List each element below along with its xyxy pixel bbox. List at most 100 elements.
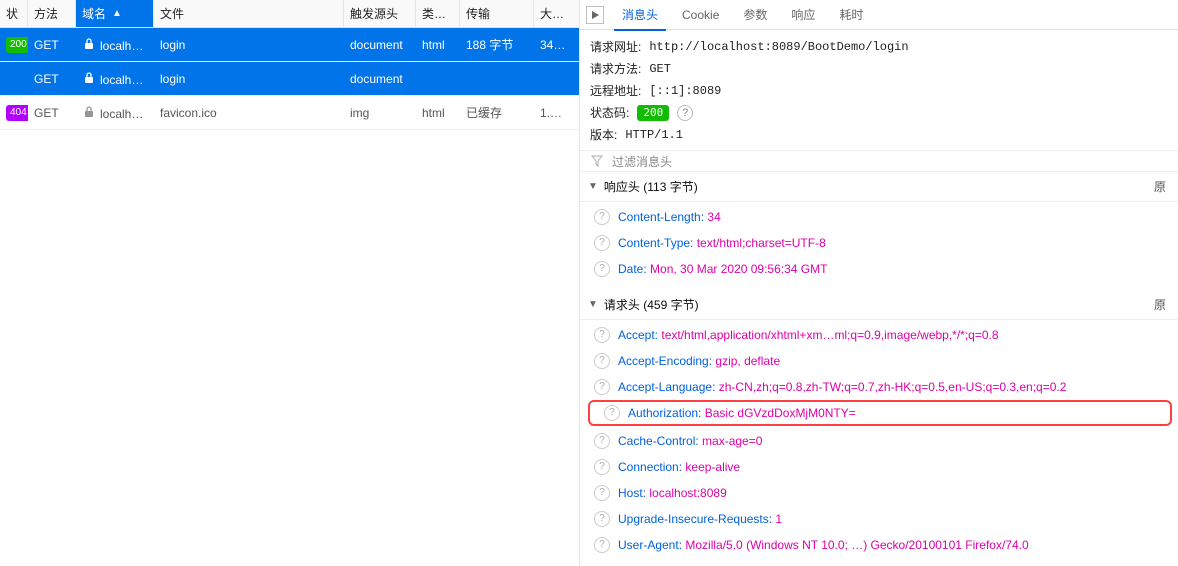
header-row: ?Content-Length: 34 [580,204,1178,230]
help-icon[interactable]: ? [594,537,610,553]
header-value: Mon, 30 Mar 2020 09:56:34 GMT [650,262,827,276]
resend-icon[interactable] [586,6,604,24]
status-label: 状态码: [590,102,629,124]
col-initiator[interactable]: 触发源头 [344,0,416,27]
header-value: 1 [775,512,782,526]
request-rows: 200GETlocalh…logindocumenthtml188 字节34…G… [0,28,579,566]
header-row: ? Content-Type: text/html;charset=UTF-8 [580,230,1178,256]
help-icon[interactable]: ? [594,511,610,527]
help-icon[interactable]: ? [604,405,620,421]
col-file[interactable]: 文件 [154,0,344,27]
request-row[interactable]: 200GETlocalh…logindocumenthtml188 字节34… [0,28,579,62]
header-value: text/html;charset=UTF-8 [697,236,826,250]
raw-toggle[interactable]: 原 [1154,178,1170,195]
header-row: ? User-Agent: Mozilla/5.0 (Windows NT 10.… [580,532,1178,558]
tab-响应[interactable]: 响应 [779,0,827,30]
header-name: User-Agent: [618,538,682,552]
status-badge: 200 [6,37,28,53]
size-cell: 1.0… [534,106,574,120]
col-type[interactable]: 类… [416,0,460,27]
help-icon[interactable]: ? [594,379,610,395]
help-icon[interactable]: ? [594,485,610,501]
filter-placeholder: 过滤消息头 [612,153,672,170]
header-name: Accept-Language: [618,380,715,394]
remote-value: [::1]:8089 [649,80,721,102]
initiator-cell: document [344,72,416,86]
file-cell: favicon.ico [154,106,344,120]
col-domain[interactable]: 域名 ▲ [76,0,154,27]
header-value: zh-CN,zh;q=0.8,zh-TW;q=0.7,zh-HK;q=0.5,e… [719,380,1067,394]
help-icon[interactable]: ? [594,433,610,449]
help-icon[interactable]: ? [594,261,610,277]
raw-toggle[interactable]: 原 [1154,296,1170,313]
request-row[interactable]: 404GETlocalh…favicon.icoimghtml已缓存1.0… [0,96,579,130]
header-value: text/html,application/xhtml+xm…ml;q=0.9,… [661,328,998,342]
header-value: keep-alive [685,460,740,474]
header-value: 34 [707,210,720,224]
twisty-down-icon: ▼ [588,299,598,310]
details-panel: 消息头Cookie参数响应耗时 请求网址: http://localhost:8… [580,0,1178,566]
type-cell: html [416,38,460,52]
tab-耗时[interactable]: 耗时 [827,0,875,30]
filter-headers[interactable]: 过滤消息头 [580,150,1178,172]
method-label: 请求方法: [590,58,641,80]
header-value: max-age=0 [702,434,762,448]
method-value: GET [649,58,671,80]
lock-icon [82,37,96,51]
domain-cell: localh… [76,71,154,87]
help-icon[interactable]: ? [594,327,610,343]
headers-list: ? Accept: text/html,application/xhtml+xm…… [580,320,1178,566]
domain-cell: localh… [76,37,154,53]
version-value: HTTP/1.1 [625,124,683,146]
section-title: 响应头 (113 字节) [604,178,698,195]
initiator-cell: document [344,38,416,52]
status-cell: 404 [0,104,28,121]
request-list-panel: 状 方法 域名 ▲ 文件 触发源头 类… 传输 大… 200GETlocalh…… [0,0,580,566]
domain-cell: localh… [76,105,154,121]
header-row: ? Accept-Language: zh-CN,zh;q=0.8,zh-TW;q… [580,374,1178,400]
request-row[interactable]: GETlocalh…logindocument [0,62,579,96]
header-value: Mozilla/5.0 (Windows NT 10.0; …) Gecko/2… [685,538,1028,552]
header-row: ? Connection: keep-alive [580,454,1178,480]
method-cell: GET [28,106,76,120]
twisty-down-icon: ▼ [588,181,598,192]
help-icon[interactable]: ? [594,235,610,251]
request-summary: 请求网址: http://localhost:8089/BootDemo/log… [580,30,1178,150]
header-row: ? Cache-Control: max-age=0 [580,428,1178,454]
col-method[interactable]: 方法 [28,0,76,27]
tab-参数[interactable]: 参数 [731,0,779,30]
headers-section-toggle[interactable]: ▼ 响应头 (113 字节) 原 [580,172,1178,202]
funnel-icon [590,154,604,168]
help-icon[interactable]: ? [594,353,610,369]
help-icon[interactable]: ? [594,209,610,225]
version-label: 版本: [590,124,617,146]
url-value: http://localhost:8089/BootDemo/login [649,36,908,58]
header-value: localhost:8089 [649,486,726,500]
header-name: Accept: [618,328,658,342]
url-label: 请求网址: [590,36,641,58]
status-help-icon[interactable]: ? [677,105,693,121]
details-tabs: 消息头Cookie参数响应耗时 [580,0,1178,30]
header-row: ?Date: Mon, 30 Mar 2020 09:56:34 GMT [580,256,1178,282]
col-size[interactable]: 大… [534,0,574,27]
header-row: ?Accept-Encoding: gzip, deflate [580,348,1178,374]
header-name: Content-Type: [618,236,693,250]
tab-消息头[interactable]: 消息头 [610,0,670,30]
header-name: Connection: [618,460,682,474]
col-status[interactable]: 状 [0,0,28,27]
col-transferred[interactable]: 传输 [460,0,534,27]
tab-Cookie[interactable]: Cookie [670,0,731,30]
header-value: gzip, deflate [715,354,780,368]
help-icon[interactable]: ? [594,459,610,475]
lock-icon [82,105,96,119]
headers-section-toggle[interactable]: ▼请求头 (459 字节)原 [580,290,1178,320]
header-row: ?Authorization: Basic dGVzdDoxMjM0NTY= [590,402,1170,424]
header-name: Cache-Control: [618,434,699,448]
header-name: Host: [618,486,646,500]
header-name: Authorization: [628,406,701,420]
transferred-cell: 已缓存 [460,104,534,121]
status-badge: 404 [6,105,28,121]
method-cell: GET [28,38,76,52]
method-cell: GET [28,72,76,86]
header-row: ? Host: localhost:8089 [580,480,1178,506]
